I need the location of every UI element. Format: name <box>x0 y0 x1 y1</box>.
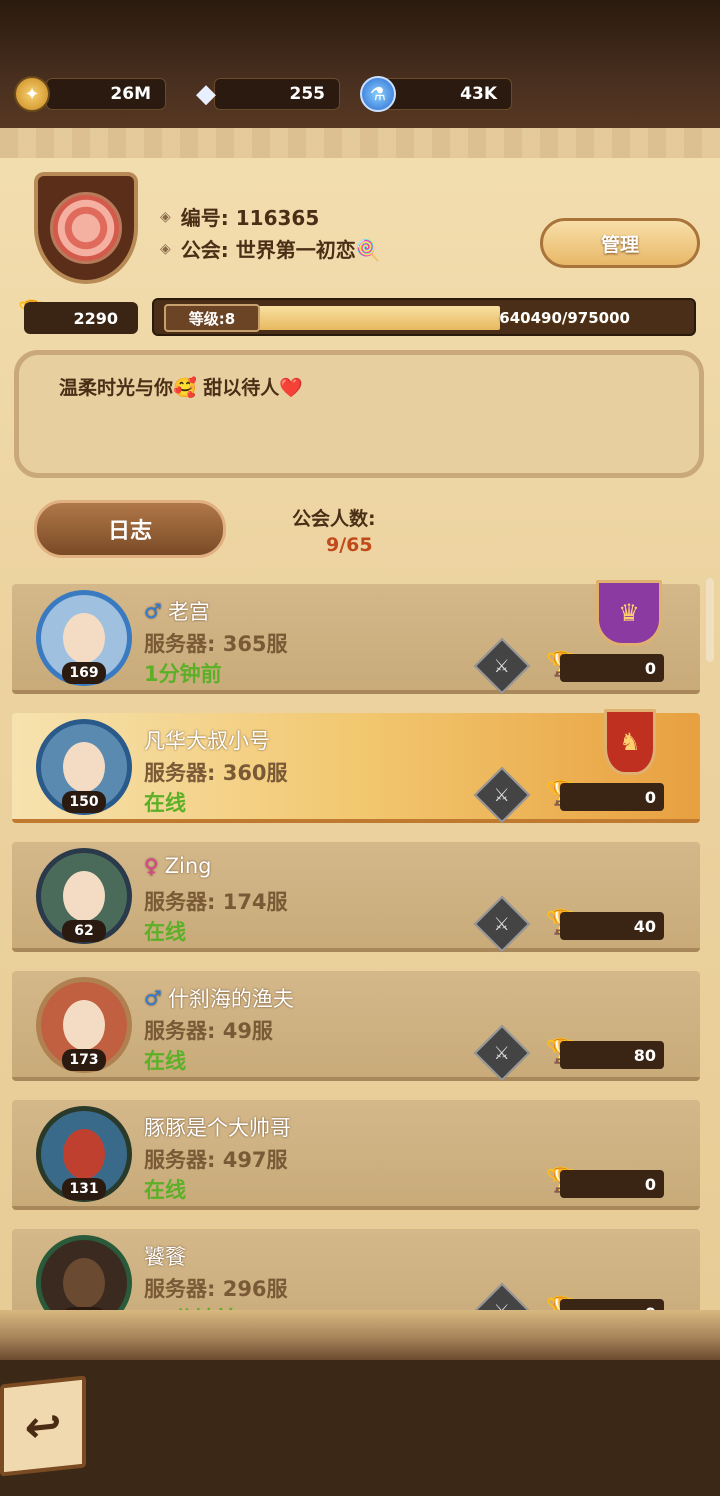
potion-counter: 43K <box>380 78 512 110</box>
panel-bottom-border <box>0 1310 720 1366</box>
crossed-swords-icon: ⚔ <box>473 637 531 695</box>
top-resource-bar <box>0 0 720 140</box>
crown-banner-icon: ♛ <box>596 580 662 646</box>
guild-level-bar: 等级:8 640490/975000 <box>152 298 696 336</box>
member-name-row: 饕餮 <box>144 1241 186 1271</box>
member-server: 服务器: 365服 <box>144 632 288 656</box>
member-row[interactable]: 169 ♂ 老宫 服务器: 365服 1分钟前 ⚔ 🏆 0 ♛ <box>12 580 700 695</box>
member-name-row: ♂ 老宫 <box>144 596 210 626</box>
member-server: 服务器: 174服 <box>144 890 288 914</box>
guild-trophies: 2290 <box>73 308 118 328</box>
member-points: 40 <box>560 912 664 940</box>
member-name: 什刹海的渔夫 <box>167 987 294 1011</box>
avatar-face <box>63 742 105 792</box>
member-server: 服务器: 360服 <box>144 761 288 785</box>
avatar-face <box>63 1000 105 1050</box>
member-server: 服务器: 296服 <box>144 1277 288 1301</box>
member-name: 凡华大叔小号 <box>144 729 270 753</box>
panel-border <box>0 128 720 158</box>
member-points: 0 <box>560 783 664 811</box>
member-name: 老宫 <box>167 600 210 624</box>
guild-id: 编号: 116365 <box>180 206 320 230</box>
diamond-value: 255 <box>289 84 326 104</box>
guild-level: 等级:8 <box>164 304 260 332</box>
member-row[interactable]: 150 凡华大叔小号 服务器: 360服 在线 ⚔ 🏆 0 ♞ <box>12 709 700 824</box>
guild-name: 公会: 世界第一初恋🍭 <box>180 238 381 262</box>
member-points: 0 <box>560 654 664 682</box>
crossed-swords-icon: ⚔ <box>473 895 531 953</box>
member-status: 在线 <box>144 1049 186 1073</box>
lion-banner-icon: ♞ <box>604 709 656 775</box>
member-count-label: 公会人数: <box>292 508 376 530</box>
bullet-icon: ◈ <box>160 208 171 225</box>
bottom-bar <box>0 1360 720 1496</box>
guild-motto-box: 温柔时光与你🥰 甜以待人❤️ <box>14 350 704 478</box>
avatar-face <box>63 1129 105 1179</box>
female-icon: ♀ <box>144 854 159 878</box>
diamond-icon: ◆ <box>196 79 216 109</box>
member-server: 服务器: 497服 <box>144 1148 288 1172</box>
log-button[interactable]: 日志 <box>34 500 226 558</box>
guild-trophy-counter: 2290 <box>24 302 138 334</box>
member-points: 0 <box>560 1170 664 1198</box>
diamond-counter: 255 <box>214 78 340 110</box>
male-icon: ♂ <box>144 599 162 623</box>
member-name-row: ♂ 什刹海的渔夫 <box>144 983 294 1013</box>
member-level: 62 <box>62 920 106 942</box>
list-scrollbar[interactable] <box>706 578 714 662</box>
member-row[interactable]: 173 ♂ 什刹海的渔夫 服务器: 49服 在线 ⚔ 🏆 80 <box>12 971 700 1082</box>
member-status: 在线 <box>144 1178 186 1202</box>
crossed-swords-icon: ⚔ <box>473 766 531 824</box>
avatar <box>36 1235 132 1314</box>
member-name: 饕餮 <box>144 1245 186 1269</box>
guild-name-row: ◈ 公会: 世界第一初恋🍭 <box>160 234 381 263</box>
member-level: 150 <box>62 791 106 813</box>
blue-potion-icon: ⚗ <box>360 76 396 112</box>
member-row[interactable]: 62 ♀ Zing 服务器: 174服 在线 ⚔ 🏆 40 <box>12 842 700 953</box>
member-points: 80 <box>560 1041 664 1069</box>
guild-motto: 温柔时光与你🥰 甜以待人❤️ <box>59 377 303 399</box>
member-level: 173 <box>62 1049 106 1071</box>
member-list[interactable]: 169 ♂ 老宫 服务器: 365服 1分钟前 ⚔ 🏆 0 ♛ 150 凡华大叔… <box>0 580 720 1314</box>
emblem-target-icon <box>50 192 122 264</box>
gold-value: 26M <box>110 84 151 104</box>
member-name: 豚豚是个大帅哥 <box>144 1116 291 1140</box>
member-name-row: ♀ Zing <box>144 854 212 878</box>
guild-emblem[interactable] <box>34 172 138 284</box>
avatar-face <box>63 1258 105 1308</box>
member-name-row: 凡华大叔小号 <box>144 725 270 755</box>
potion-value: 43K <box>460 84 497 104</box>
gold-counter: 26M <box>46 78 166 110</box>
member-level: 131 <box>62 1178 106 1200</box>
back-button[interactable]: ↩ <box>0 1375 86 1477</box>
member-status: 在线 <box>144 791 186 815</box>
avatar-face <box>63 613 105 663</box>
exp-text: 640490/975000 <box>499 309 630 327</box>
male-icon: ♂ <box>144 986 162 1010</box>
back-arrow-icon: ↩ <box>24 1398 62 1454</box>
crossed-swords-icon: ⚔ <box>473 1024 531 1082</box>
member-name-row: 豚豚是个大帅哥 <box>144 1112 291 1142</box>
guild-id-row: ◈ 编号: 116365 <box>160 202 319 231</box>
member-server: 服务器: 49服 <box>144 1019 273 1043</box>
manage-button[interactable]: 管理 <box>540 218 700 268</box>
member-status: 在线 <box>144 920 186 944</box>
member-status: 1分钟前 <box>144 662 222 686</box>
avatar-face <box>63 871 105 921</box>
gold-coin-icon: ✦ <box>14 76 50 112</box>
bullet-icon: ◈ <box>160 240 171 257</box>
member-row[interactable]: 131 豚豚是个大帅哥 服务器: 497服 在线 🏆 0 <box>12 1100 700 1210</box>
member-row[interactable]: 101 饕餮 服务器: 296服 15分钟前 ⚔ 🏆 0 <box>12 1229 700 1314</box>
member-count: 9/65 <box>326 534 373 556</box>
member-name: Zing <box>164 854 212 878</box>
member-level: 169 <box>62 662 106 684</box>
